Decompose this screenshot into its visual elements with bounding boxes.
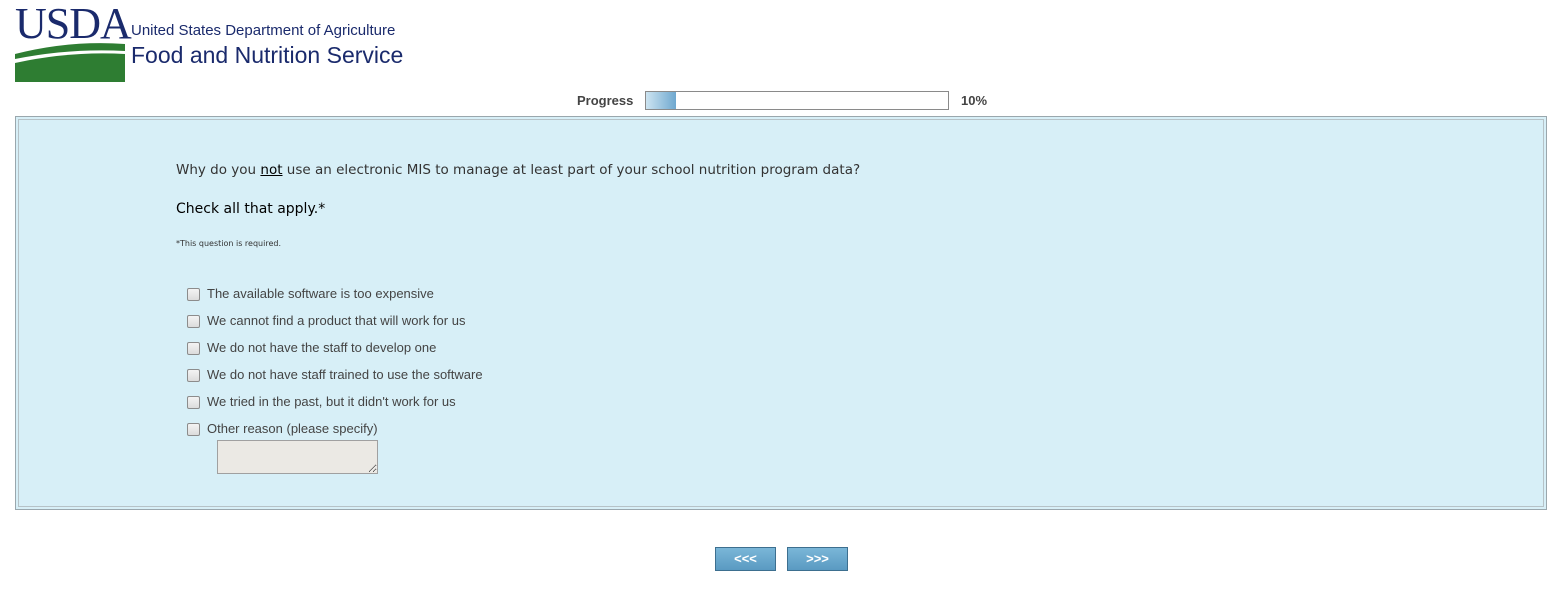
required-note: *This question is required. xyxy=(176,239,281,248)
option-label[interactable]: We do not have staff trained to use the … xyxy=(207,367,483,382)
checkbox[interactable] xyxy=(187,396,200,409)
option-too-expensive[interactable]: The available software is too expensive xyxy=(187,285,587,305)
option-label[interactable]: We do not have the staff to develop one xyxy=(207,340,436,355)
agency-service: Food and Nutrition Service xyxy=(131,42,404,68)
next-button[interactable]: >>> xyxy=(787,547,848,571)
usda-logo-field-icon xyxy=(15,43,125,82)
progress-percent: 10% xyxy=(961,93,988,108)
progress-row: Progress 10% xyxy=(0,90,1564,110)
option-tried-past[interactable]: We tried in the past, but it didn't work… xyxy=(187,393,587,413)
question-emphasis: not xyxy=(260,162,283,178)
option-label[interactable]: Other reason (please specify) xyxy=(207,421,378,436)
agency-department: United States Department of Agriculture xyxy=(131,22,396,39)
option-other-reason[interactable]: Other reason (please specify) xyxy=(187,420,587,440)
option-label[interactable]: We cannot find a product that will work … xyxy=(207,313,465,328)
option-label[interactable]: The available software is too expensive xyxy=(207,286,434,301)
checkbox[interactable] xyxy=(187,342,200,355)
checkbox[interactable] xyxy=(187,369,200,382)
progress-label: Progress xyxy=(577,93,634,108)
usda-logo: USDA xyxy=(15,2,132,82)
progress-bar xyxy=(645,91,949,110)
question-panel: Why do you not use an electronic MIS to … xyxy=(15,116,1547,510)
checkbox[interactable] xyxy=(187,315,200,328)
option-no-product[interactable]: We cannot find a product that will work … xyxy=(187,312,587,332)
question-instruction: Check all that apply.* xyxy=(176,201,326,217)
checkbox[interactable] xyxy=(187,423,200,436)
question-text: Why do you not use an electronic MIS to … xyxy=(176,162,861,178)
site-header: USDA United States Department of Agricul… xyxy=(15,2,435,84)
option-label[interactable]: We tried in the past, but it didn't work… xyxy=(207,394,456,409)
previous-button[interactable]: <<< xyxy=(715,547,776,571)
progress-bar-fill xyxy=(646,92,677,109)
option-no-staff-trained[interactable]: We do not have staff trained to use the … xyxy=(187,366,587,386)
other-reason-textarea[interactable] xyxy=(217,440,378,474)
option-no-staff-develop[interactable]: We do not have the staff to develop one xyxy=(187,339,587,359)
checkbox[interactable] xyxy=(187,288,200,301)
